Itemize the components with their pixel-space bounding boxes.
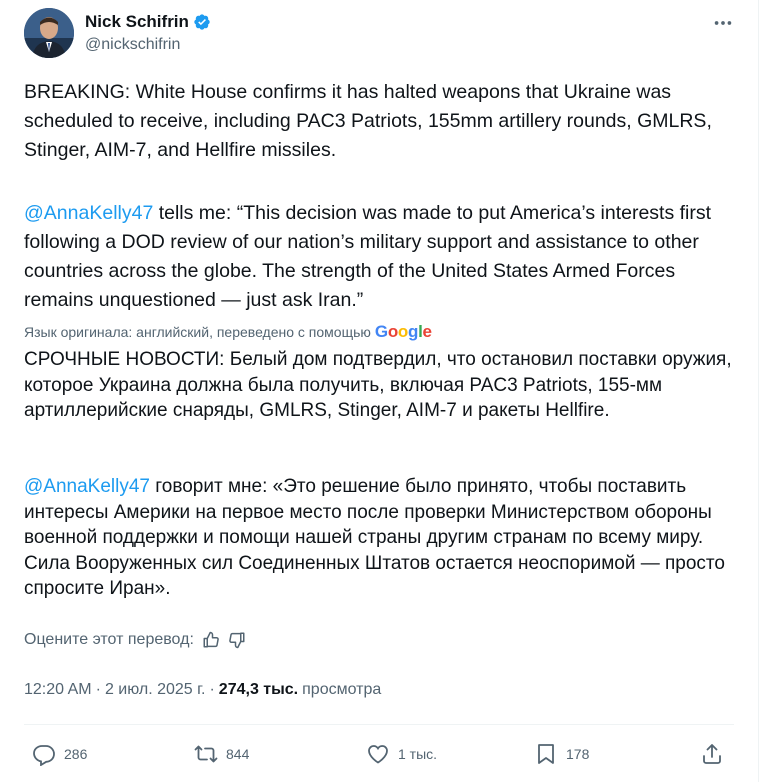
thumbs-down-icon[interactable] xyxy=(228,631,246,649)
tweet-text-paragraph-1: BREAKING: White House confirms it has ha… xyxy=(24,81,718,161)
tweet-panel: Nick Schifrin @nickschifrin BREAKING: Wh… xyxy=(0,0,759,782)
divider xyxy=(24,724,734,725)
tweet-header: Nick Schifrin @nickschifrin xyxy=(24,8,734,60)
tweet-text-paragraph-2: @AnnaKelly47 tells me: “This decision wa… xyxy=(24,199,734,315)
views-label: просмотра xyxy=(302,681,382,698)
views-count: 274,3 тыс. xyxy=(218,681,299,698)
heart-icon xyxy=(368,745,388,764)
rate-translation: Оцените этот перевод: xyxy=(24,631,246,649)
verified-badge-icon xyxy=(194,14,210,30)
tweet-time[interactable]: 12:20 AM xyxy=(24,681,92,699)
bookmark-icon xyxy=(538,744,554,764)
reply-icon xyxy=(33,745,55,766)
author-handle[interactable]: @nickschifrin xyxy=(85,36,180,54)
google-logo[interactable]: Google xyxy=(375,322,432,342)
reply-button[interactable]: 286 xyxy=(32,742,87,766)
avatar-image xyxy=(24,8,74,58)
translated-mention-link[interactable]: @AnnaKelly47 xyxy=(24,476,150,497)
bookmark-button[interactable]: 178 xyxy=(534,742,589,766)
tweet-meta: 12:20 AM · 2 июл. 2025 г. · 274,3 тыс. п… xyxy=(24,681,381,699)
like-count: 1 тыс. xyxy=(398,746,438,762)
more-options-icon[interactable] xyxy=(712,12,734,34)
reply-count: 286 xyxy=(64,746,88,762)
avatar[interactable] xyxy=(24,8,74,58)
repost-icon xyxy=(194,745,218,763)
tweet-date[interactable]: 2 июл. 2025 г. xyxy=(105,681,206,699)
thumbs-up-icon[interactable] xyxy=(202,631,220,649)
action-bar: 286 844 1 тыс. 178 xyxy=(24,742,734,772)
repost-button[interactable]: 844 xyxy=(194,742,249,766)
share-icon xyxy=(703,744,721,764)
translated-paragraph-2: @AnnaKelly47 говорит мне: «Это решение б… xyxy=(24,474,734,602)
translation-note: Язык оригинала: английский, переведено с… xyxy=(24,322,432,342)
bookmark-count: 178 xyxy=(566,746,590,762)
translation-note-text: Язык оригинала: английский, переведено с… xyxy=(24,324,371,340)
like-button[interactable]: 1 тыс. xyxy=(366,742,437,766)
author-name-row: Nick Schifrin xyxy=(85,12,211,32)
author-name[interactable]: Nick Schifrin xyxy=(85,12,189,32)
mention-link[interactable]: @AnnaKelly47 xyxy=(24,202,153,224)
share-button[interactable] xyxy=(700,742,724,766)
rate-translation-label: Оцените этот перевод: xyxy=(24,631,194,648)
meta-separator: · xyxy=(95,681,101,698)
repost-count: 844 xyxy=(226,746,250,762)
meta-separator: · xyxy=(209,681,215,698)
translated-paragraph-1: СРОЧНЫЕ НОВОСТИ: Белый дом подтвердил, ч… xyxy=(24,349,737,421)
